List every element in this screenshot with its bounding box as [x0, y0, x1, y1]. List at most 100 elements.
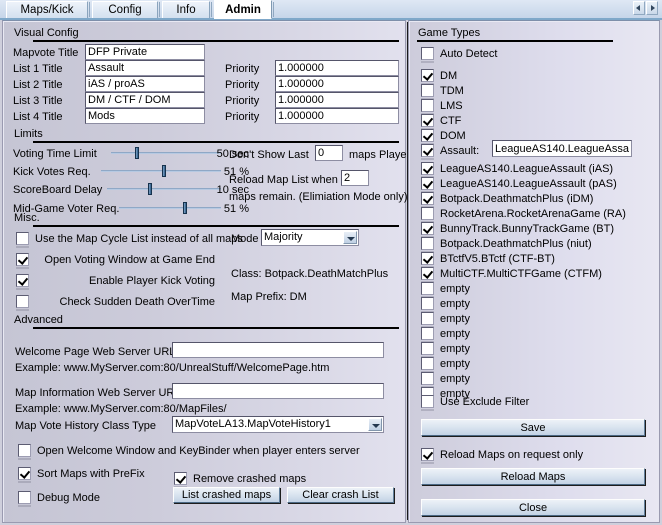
gametype-ctf-checkbox[interactable] [421, 114, 434, 130]
tab-bar: Maps/Kick Config Info Admin [0, 0, 662, 20]
reload-map-list-input[interactable] [341, 170, 369, 186]
open-welcome-window-label: Open Welcome Window and KeyBinder when p… [37, 445, 360, 457]
voting-time-limit-label: Voting Time Limit [13, 148, 97, 160]
tab-admin[interactable]: Admin [214, 0, 272, 19]
mapvote-title-input[interactable] [85, 44, 205, 60]
open-welcome-window-checkbox[interactable] [18, 444, 31, 460]
gametype-lms-checkbox[interactable] [421, 99, 434, 115]
tab-config[interactable]: Config [92, 1, 158, 18]
use-exclude-filter-label: Use Exclude Filter [440, 396, 530, 408]
tab-separator [89, 2, 90, 17]
gametype-mod-checkbox[interactable] [421, 222, 434, 238]
gametype-mod-label: Botpack.DeathmatchPlus (niut) [440, 238, 592, 250]
gametype-mod-checkbox[interactable] [421, 357, 434, 373]
tab-label: Maps/Kick [20, 4, 74, 16]
gametype-dom-checkbox[interactable] [421, 129, 434, 145]
gametype-mod-label: BTctfV5.BTctf (CTF-BT) [440, 253, 555, 265]
history-class-value: MapVoteLA13.MapVoteHistory1 [175, 418, 331, 430]
sort-maps-prefix-label: Sort Maps with PreFix [37, 468, 145, 480]
gametype-mod-checkbox[interactable] [421, 282, 434, 298]
slider-thumb[interactable] [183, 202, 188, 214]
slider-thumb[interactable] [148, 183, 153, 195]
dont-show-last-input[interactable] [315, 145, 343, 161]
gametype-mod-label: RocketArena.RocketArenaGame (RA) [440, 208, 626, 220]
tab-separator [159, 2, 160, 17]
list-crashed-maps-button[interactable]: List crashed maps [173, 487, 280, 503]
gametype-mod-checkbox[interactable] [421, 237, 434, 253]
list1-title-input[interactable] [85, 60, 205, 76]
open-voting-window-label: Open Voting Window at Game End [44, 254, 215, 266]
gametype-mod-checkbox[interactable] [421, 342, 434, 358]
clear-crash-list-button[interactable]: Clear crash List [287, 487, 394, 503]
midgame-voter-req-value: 51 % [223, 203, 249, 215]
open-voting-window-checkbox[interactable] [16, 253, 29, 269]
gametype-mod-checkbox[interactable] [421, 327, 434, 343]
priority3-label: Priority [225, 95, 260, 107]
tab-maps-kick[interactable]: Maps/Kick [6, 1, 88, 18]
use-map-cycle-checkbox[interactable] [16, 232, 29, 248]
arrow-right-icon[interactable] [646, 1, 658, 15]
chevron-down-icon[interactable] [368, 418, 382, 431]
assault-class-input[interactable] [492, 140, 632, 157]
sort-maps-prefix-checkbox[interactable] [18, 467, 31, 483]
history-class-dropdown[interactable]: MapVoteLA13.MapVoteHistory1 [172, 416, 384, 433]
list2-priority-input[interactable] [275, 76, 399, 92]
maps-played-label: maps Played [349, 149, 413, 161]
debug-mode-checkbox[interactable] [18, 491, 31, 507]
gametype-assault-checkbox[interactable] [421, 144, 434, 160]
enable-kick-voting-checkbox[interactable] [16, 274, 29, 290]
mode-label: Mode [231, 233, 259, 245]
gametype-tdm-checkbox[interactable] [421, 84, 434, 100]
remove-crashed-maps-checkbox[interactable] [174, 472, 187, 488]
welcome-url-input[interactable] [172, 342, 384, 358]
gametype-mod-checkbox[interactable] [421, 312, 434, 328]
mode-dropdown[interactable]: Majority [261, 229, 359, 246]
reload-on-request-checkbox[interactable] [421, 448, 434, 464]
maps-remain-label: maps remain. (Elimiation Mode only) [229, 191, 408, 203]
tab-label: Info [176, 4, 196, 16]
slider-thumb[interactable] [135, 147, 140, 159]
gametype-tdm-label: TDM [440, 85, 464, 97]
gametype-mod-checkbox[interactable] [421, 192, 434, 208]
gametype-mod-checkbox[interactable] [421, 162, 434, 178]
list1-title-label: List 1 Title [13, 63, 63, 75]
save-button[interactable]: Save [421, 419, 645, 436]
list4-priority-input[interactable] [275, 108, 399, 124]
list3-title-input[interactable] [85, 92, 205, 108]
gametype-mod-checkbox[interactable] [421, 207, 434, 223]
tab-info[interactable]: Info [162, 1, 210, 18]
arrow-left-icon[interactable] [633, 1, 645, 15]
gametype-mod-label: empty [440, 343, 470, 355]
auto-detect-checkbox[interactable] [421, 47, 434, 63]
priority1-label: Priority [225, 63, 260, 75]
gametype-mod-checkbox[interactable] [421, 297, 434, 313]
close-button[interactable]: Close [421, 499, 645, 516]
chevron-down-icon[interactable] [343, 231, 357, 244]
reload-maps-button[interactable]: Reload Maps [421, 468, 645, 485]
use-exclude-filter-checkbox[interactable] [421, 395, 434, 411]
gametype-dm-checkbox[interactable] [421, 69, 434, 85]
gametype-mod-label: empty [440, 358, 470, 370]
list4-title-input[interactable] [85, 108, 205, 124]
gametype-mod-label: Botpack.DeathmatchPlus (iDM) [440, 193, 594, 205]
sudden-death-checkbox[interactable] [16, 295, 29, 311]
gametype-mod-checkbox[interactable] [421, 177, 434, 193]
button-label: List crashed maps [181, 489, 272, 501]
limits-heading: Limits [13, 128, 45, 140]
gametype-mod-checkbox[interactable] [421, 252, 434, 268]
mapinfo-url-input[interactable] [172, 383, 384, 399]
list2-title-input[interactable] [85, 76, 205, 92]
gametype-mod-checkbox[interactable] [421, 372, 434, 388]
divider [417, 40, 613, 42]
divider [33, 141, 399, 143]
slider-thumb[interactable] [162, 165, 167, 177]
gametype-mod-label: LeagueAS140.LeagueAssault (iAS) [440, 163, 614, 175]
map-prefix-text: Map Prefix: DM [231, 291, 307, 303]
list1-priority-input[interactable] [275, 60, 399, 76]
sudden-death-label: Check Sudden Death OverTime [59, 296, 216, 308]
list3-priority-input[interactable] [275, 92, 399, 108]
left-settings-panel: Visual Config Mapvote Title List 1 Title… [2, 20, 413, 523]
gametype-mod-checkbox[interactable] [421, 267, 434, 283]
gametype-dm-label: DM [440, 70, 458, 82]
history-class-label: Map Vote History Class Type [15, 420, 157, 432]
